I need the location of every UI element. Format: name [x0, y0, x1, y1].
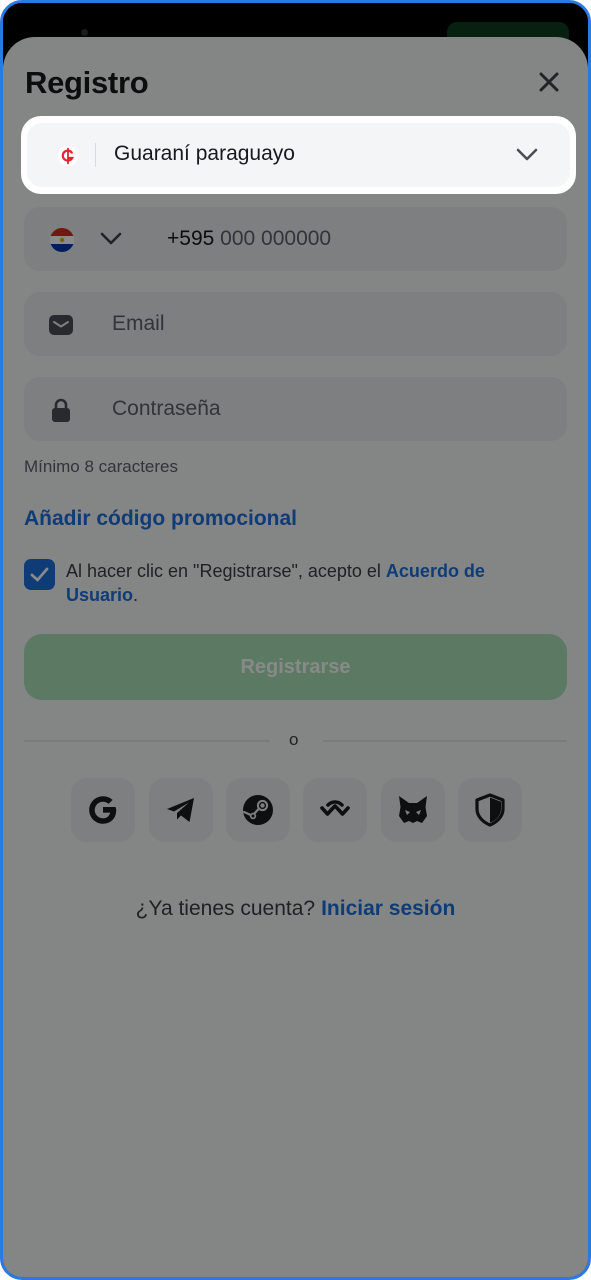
- google-icon: [89, 796, 117, 824]
- security-login-button[interactable]: [458, 778, 522, 842]
- phone-frame: Registro +595 000 000000 Email Contraseñ…: [0, 0, 591, 1280]
- email-field[interactable]: Email: [24, 292, 567, 356]
- close-icon: [539, 72, 559, 92]
- login-question: ¿Ya tienes cuenta?: [135, 897, 316, 920]
- walletconnect-login-button[interactable]: [303, 778, 367, 842]
- terms-label: Al hacer clic en "Registrarse", acepto e…: [66, 561, 386, 581]
- password-field[interactable]: Contraseña: [24, 377, 567, 441]
- phone-input[interactable]: 000 000000: [220, 227, 331, 250]
- chevron-down-icon[interactable]: [99, 231, 123, 247]
- phone-prefix: +595: [167, 227, 215, 250]
- metamask-login-button[interactable]: [381, 778, 445, 842]
- google-login-button[interactable]: [71, 778, 135, 842]
- camera-dot: [81, 29, 88, 36]
- chevron-down-icon: [516, 148, 538, 161]
- lock-icon: [52, 398, 70, 422]
- shield-icon: [475, 793, 505, 827]
- divider-right: [323, 740, 567, 742]
- currency-highlight: Guaraní paraguayo: [21, 116, 576, 194]
- close-button[interactable]: [535, 68, 563, 96]
- divider-label: o: [289, 730, 299, 749]
- checkmark-icon: [30, 567, 49, 582]
- walletconnect-icon: [320, 800, 350, 816]
- registration-sheet: Registro +595 000 000000 Email Contraseñ…: [3, 37, 588, 1277]
- mail-icon: [49, 315, 73, 335]
- terms-checkbox[interactable]: [24, 559, 55, 590]
- currency-separator: [95, 143, 96, 167]
- phone-field[interactable]: +595 000 000000: [24, 207, 567, 271]
- currency-selector[interactable]: Guaraní paraguayo: [27, 123, 570, 187]
- register-button[interactable]: Registrarse: [24, 634, 567, 700]
- terms-end: .: [133, 585, 139, 605]
- terms-text: Al hacer clic en "Registrarse", acepto e…: [66, 559, 536, 607]
- telegram-icon: [167, 798, 194, 822]
- password-hint: Mínimo 8 caracteres: [24, 457, 178, 476]
- add-promo-code-link[interactable]: Añadir código promocional: [24, 507, 297, 531]
- fox-icon: [399, 796, 427, 823]
- page-title: Registro: [25, 65, 149, 100]
- paraguay-flag-icon: [50, 228, 74, 252]
- steam-login-button[interactable]: [226, 778, 290, 842]
- login-link[interactable]: Iniciar sesión: [321, 897, 455, 920]
- steam-icon: [242, 795, 273, 825]
- password-input[interactable]: Contraseña: [112, 397, 221, 421]
- email-input[interactable]: Email: [112, 312, 165, 336]
- currency-label: Guaraní paraguayo: [114, 142, 295, 165]
- login-prompt: ¿Ya tienes cuenta? Iniciar sesión: [3, 897, 588, 921]
- telegram-login-button[interactable]: [149, 778, 213, 842]
- divider-left: [24, 740, 270, 742]
- guarani-currency-icon: [58, 146, 78, 166]
